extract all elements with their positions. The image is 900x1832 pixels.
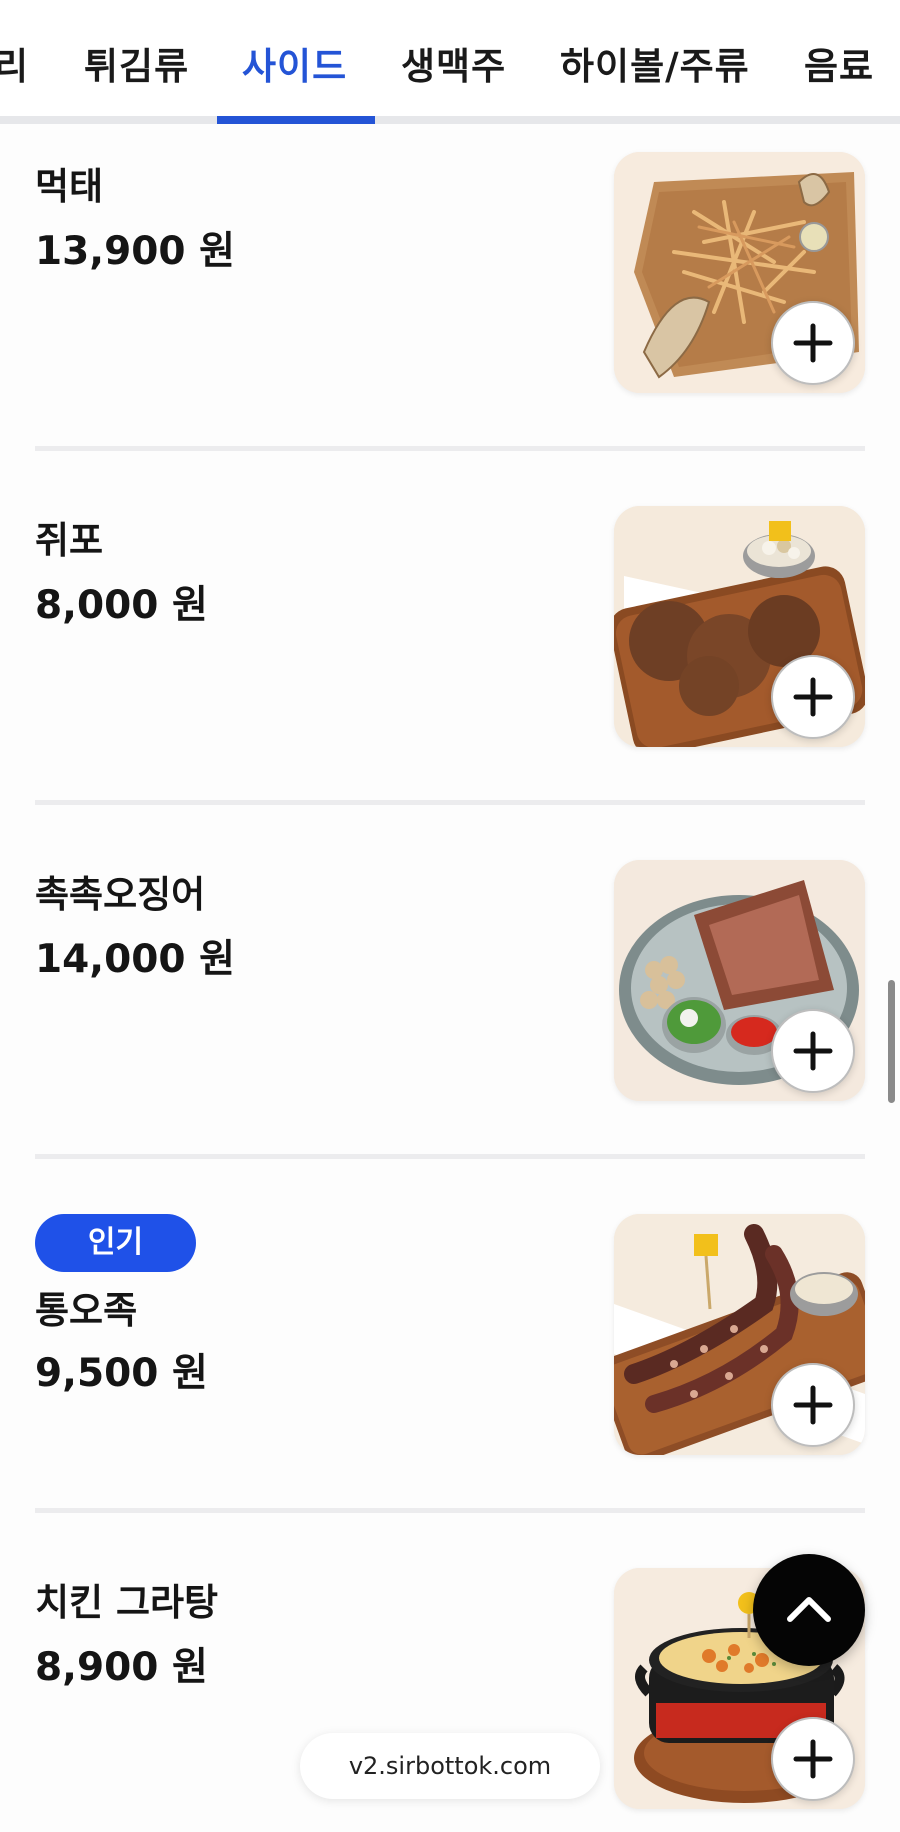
item-name: 먹태 [35,165,104,208]
tab-highball-liquor[interactable]: 하이볼/주류 [560,36,750,90]
item-price: 13,900 원 [35,229,235,274]
scroll-to-top-button[interactable] [753,1554,865,1666]
item-name: 쥐포 [35,519,104,562]
tab-drinks[interactable]: 음료 [804,36,874,90]
divider [35,1154,865,1159]
active-tab-indicator [217,116,375,124]
tab-side[interactable]: 사이드 [242,36,347,90]
item-name: 통오족 [35,1289,138,1332]
plus-icon [793,1739,833,1779]
chevron-up-icon [787,1597,831,1622]
menu-item[interactable]: 인기 통오족 9,500 원 [0,1186,900,1540]
item-name: 치킨 그라탕 [35,1581,219,1624]
address-bar[interactable]: v2.sirbottok.com [300,1733,600,1799]
item-name: 촉촉오징어 [35,873,206,916]
item-price: 9,500 원 [35,1351,208,1396]
add-to-cart-button[interactable] [771,1717,855,1801]
tab-partial-category[interactable]: 리 [0,36,29,90]
tab-draft-beer[interactable]: 생맥주 [401,36,506,90]
tab-fried[interactable]: 튀김류 [84,36,189,90]
item-price: 8,000 원 [35,583,208,628]
add-to-cart-button[interactable] [771,1009,855,1093]
menu-item[interactable]: 먹태 13,900 원 [0,124,900,478]
category-tab-bar: 리 튀김류 사이드 생맥주 하이볼/주류 음료 [0,0,900,124]
plus-icon [793,677,833,717]
popular-badge: 인기 [35,1214,196,1272]
scrollbar[interactable] [888,980,895,1103]
item-price: 8,900 원 [35,1645,208,1690]
add-to-cart-button[interactable] [771,301,855,385]
plus-icon [793,323,833,363]
add-to-cart-button[interactable] [771,655,855,739]
add-to-cart-button[interactable] [771,1363,855,1447]
item-price: 14,000 원 [35,937,235,982]
divider [35,800,865,805]
menu-item[interactable]: 쥐포 8,000 원 [0,478,900,832]
menu-item[interactable]: 촉촉오징어 14,000 원 [0,832,900,1186]
divider [35,446,865,451]
menu-page: 리 튀김류 사이드 생맥주 하이볼/주류 음료 먹태 13,900 원 쥐포 8… [0,0,900,1832]
plus-icon [793,1031,833,1071]
plus-icon [793,1385,833,1425]
divider [35,1508,865,1513]
